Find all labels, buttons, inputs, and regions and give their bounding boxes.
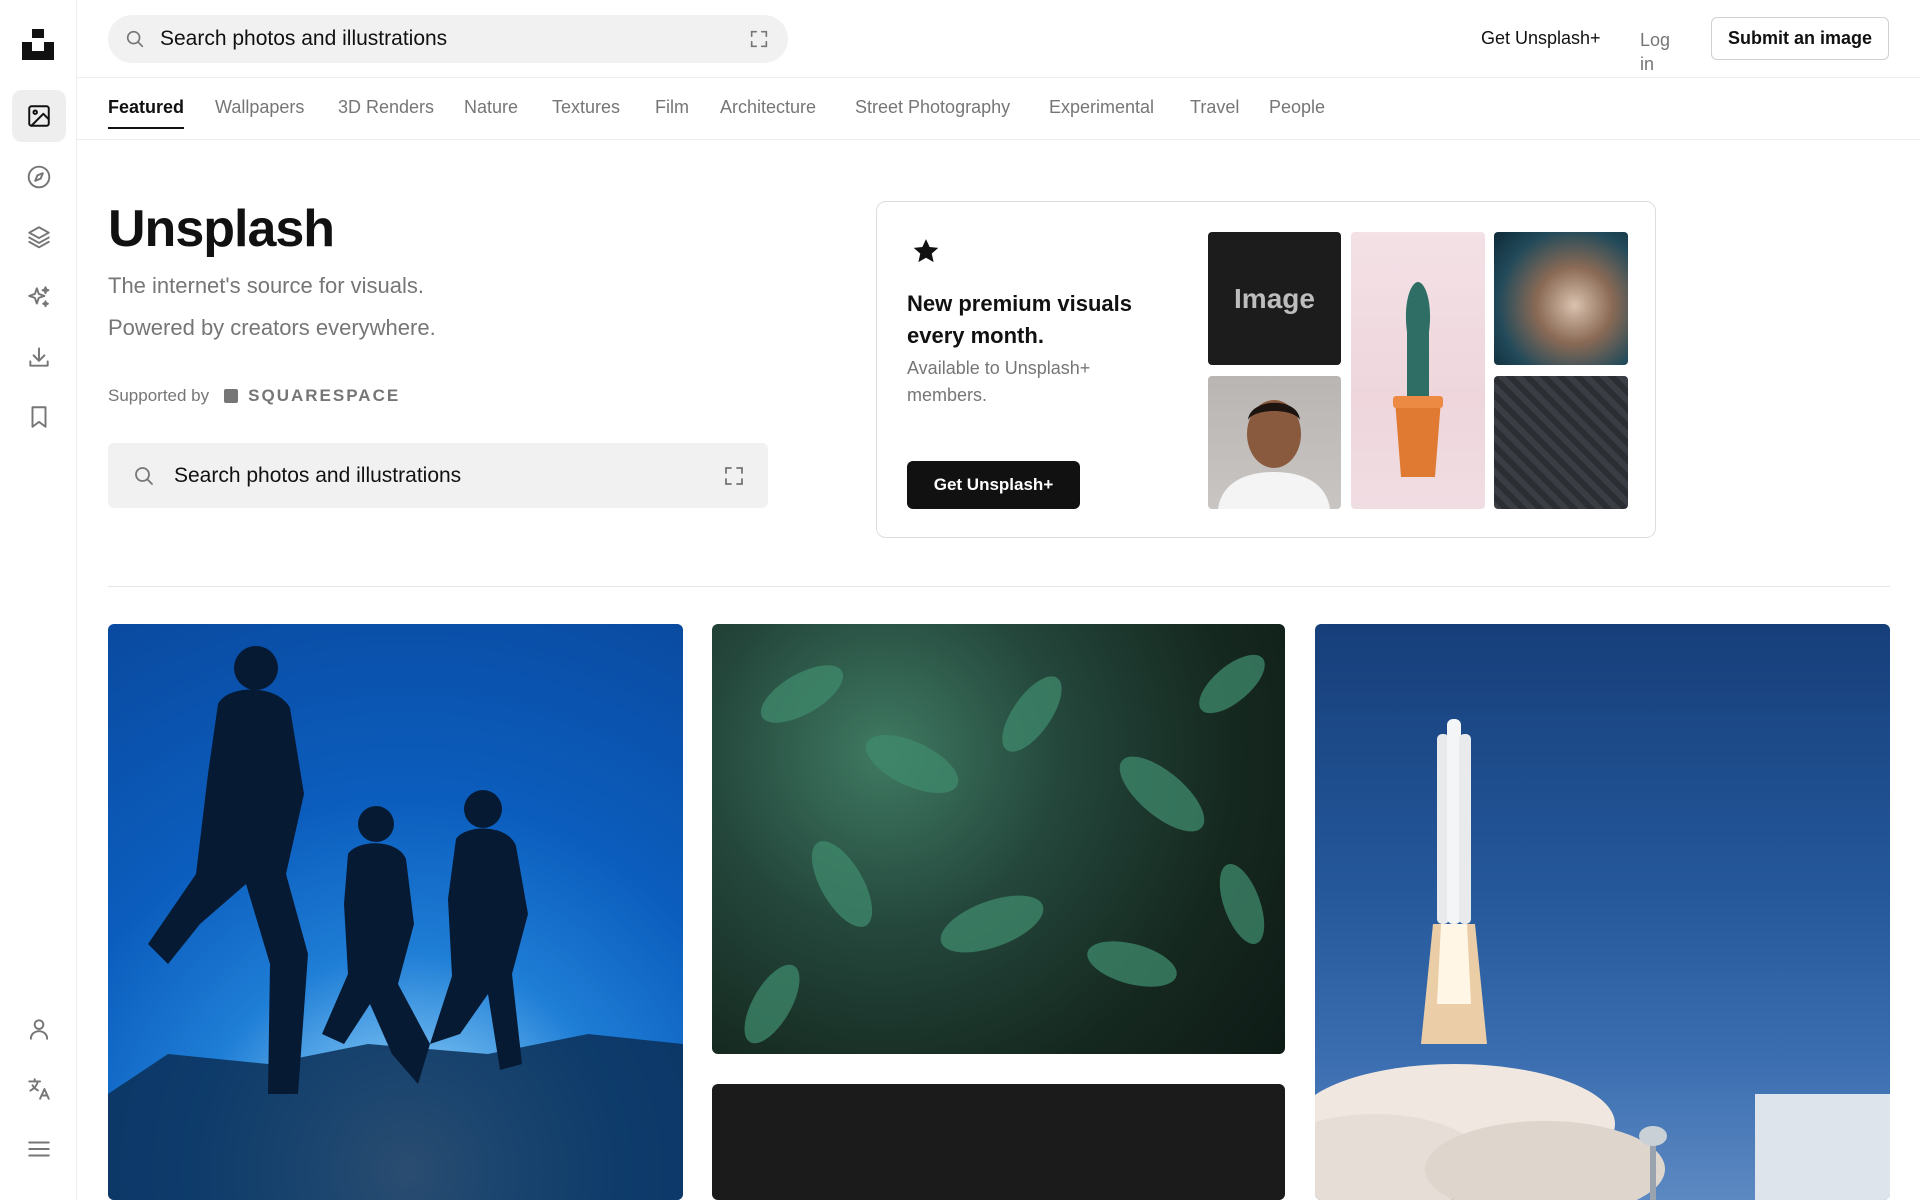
category-tabs: Featured Wallpapers 3D Renders Nature Te… <box>77 78 1920 140</box>
sidebar-item-explore[interactable] <box>12 151 66 203</box>
sparkles-icon <box>28 286 50 308</box>
tab-people[interactable]: People <box>1269 97 1325 118</box>
photo-dark[interactable] <box>712 1084 1285 1200</box>
user-icon <box>29 1019 49 1040</box>
visual-search-icon[interactable] <box>748 28 770 50</box>
leaves-pattern <box>744 654 1265 1044</box>
sidebar-item-ai[interactable] <box>12 271 66 323</box>
top-header: Search photos and illustrations Get Unsp… <box>77 0 1920 78</box>
runners-silhouette <box>108 646 683 1200</box>
promo-tile-image: Image <box>1208 232 1341 365</box>
promo-title: New premium visuals every month. <box>907 291 1132 348</box>
menu-icon <box>28 1141 50 1157</box>
sponsor-link[interactable]: SQUARESPACE <box>248 386 400 406</box>
page-title: Unsplash <box>108 200 335 258</box>
unsplash-plus-promo: New premium visuals every month. Availab… <box>876 201 1656 538</box>
get-unsplash-plus-link[interactable]: Get Unsplash+ <box>1481 28 1601 49</box>
tab-textures[interactable]: Textures <box>552 97 620 118</box>
image-icon <box>28 105 50 127</box>
get-unsplash-plus-button[interactable]: Get Unsplash+ <box>907 461 1080 509</box>
tab-film[interactable]: Film <box>655 97 689 118</box>
search-icon <box>126 30 144 48</box>
hero-search-bar[interactable]: Search photos and illustrations <box>108 443 768 508</box>
login-link[interactable]: Log in <box>1640 28 1684 76</box>
hero-search-input[interactable]: Search photos and illustrations <box>174 464 461 488</box>
photo-runners[interactable] <box>108 624 683 1200</box>
tab-street-photography[interactable]: Street Photography <box>855 97 1010 118</box>
supported-by-label: Supported by <box>108 386 210 405</box>
sidebar-item-account[interactable] <box>12 1003 66 1055</box>
tab-architecture[interactable]: Architecture <box>720 97 816 118</box>
tab-travel[interactable]: Travel <box>1190 97 1239 118</box>
promo-tile-portrait <box>1208 376 1341 509</box>
unsplash-logo-icon[interactable] <box>22 29 54 60</box>
portrait-illustration <box>1218 400 1330 509</box>
supported-by: Supported by SQUARESPACE <box>108 386 400 406</box>
top-search-bar[interactable]: Search photos and illustrations <box>108 15 788 63</box>
submit-image-button[interactable]: Submit an image <box>1711 17 1889 60</box>
promo-tile-cactus <box>1351 232 1485 509</box>
hero-subtitle-line2: Powered by creators everywhere. <box>108 315 436 340</box>
sidebar-item-menu[interactable] <box>12 1123 66 1175</box>
section-divider <box>108 586 1890 587</box>
tab-wallpapers[interactable]: Wallpapers <box>215 97 304 118</box>
promo-tile-circuit <box>1494 376 1628 509</box>
squarespace-logo-icon <box>224 389 239 403</box>
hero-subtitle-line1: The internet's source for visuals. <box>108 273 425 298</box>
star-icon <box>913 239 939 263</box>
sidebar-item-language[interactable] <box>12 1063 66 1115</box>
bookmark-icon <box>31 406 47 428</box>
sidebar-item-bookmarks[interactable] <box>12 391 66 443</box>
top-search-input[interactable]: Search photos and illustrations <box>160 27 447 51</box>
sidebar-item-collections[interactable] <box>12 211 66 263</box>
layers-icon <box>28 226 50 249</box>
rocket-illustration <box>1315 719 1890 1200</box>
compass-icon <box>27 165 51 189</box>
sidebar-item-photos[interactable] <box>12 90 66 142</box>
search-icon <box>135 466 153 485</box>
photo-leaves[interactable] <box>712 624 1285 1054</box>
promo-tile-image-label: Image <box>1234 282 1315 314</box>
tab-nature[interactable]: Nature <box>464 97 518 118</box>
tab-3d-renders[interactable]: 3D Renders <box>338 97 434 118</box>
sidebar-item-downloads[interactable] <box>12 331 66 383</box>
download-icon <box>29 347 49 367</box>
promo-tile-cat <box>1494 232 1628 365</box>
translate-icon <box>28 1078 50 1100</box>
tab-featured[interactable]: Featured <box>108 97 185 129</box>
visual-search-icon[interactable] <box>722 464 746 488</box>
cactus-illustration <box>1393 282 1443 477</box>
sidebar <box>0 0 77 1200</box>
tab-experimental[interactable]: Experimental <box>1049 97 1154 118</box>
promo-subtitle: Available to Unsplash+ members. <box>907 358 1091 405</box>
photo-rocket-launch[interactable] <box>1315 624 1890 1200</box>
